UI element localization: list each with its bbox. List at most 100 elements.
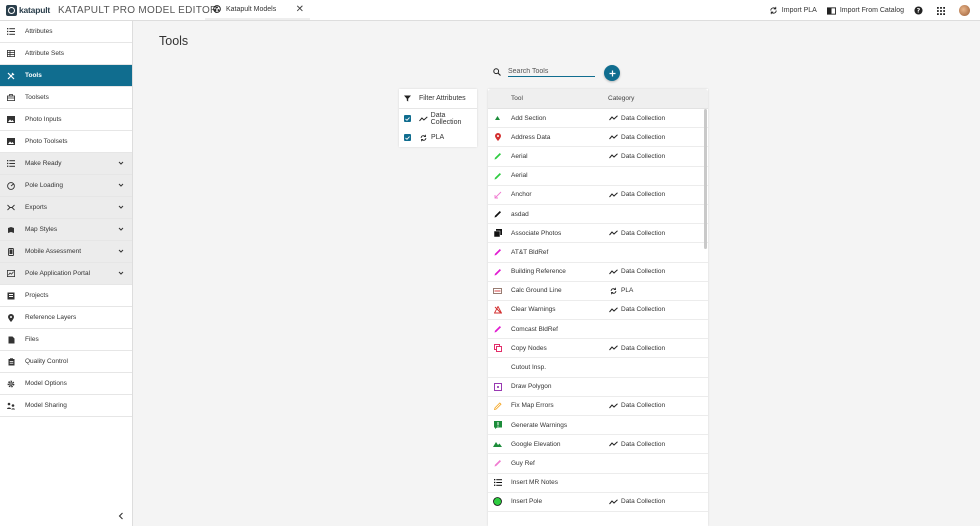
sidebar-item-pole-application-portal[interactable]: Pole Application Portal	[0, 263, 132, 285]
tool-name: Aerial	[511, 152, 528, 160]
fix-icon	[493, 401, 502, 410]
help-button[interactable]: ?	[914, 6, 927, 15]
filter-option-data-collection[interactable]: Data Collection	[399, 109, 477, 128]
sidebar-item-toolsets[interactable]: Toolsets	[0, 87, 132, 109]
sidebar-item-model-sharing[interactable]: Model Sharing	[0, 395, 132, 417]
checkbox-checked[interactable]	[404, 134, 411, 141]
sidebar-item-projects[interactable]: Projects	[0, 285, 132, 307]
table-row[interactable]: Fix Map Errors Data Collection	[488, 397, 708, 416]
pencil-icon	[493, 171, 502, 180]
sidebar-item-reference-layers[interactable]: Reference Layers	[0, 307, 132, 329]
sidebar-item-mobile-assessment[interactable]: Mobile Assessment	[0, 241, 132, 263]
trend-icon	[609, 403, 618, 409]
column-header-tool[interactable]: Tool	[511, 95, 608, 102]
table-row[interactable]: Insert Pole Data Collection	[488, 493, 708, 512]
table-row[interactable]: Aerial Data Collection	[488, 147, 708, 167]
file-icon	[7, 336, 15, 344]
table-row[interactable]: Comcast BldRef	[488, 320, 708, 340]
checkbox-checked[interactable]	[404, 115, 411, 122]
sidebar-item-tools[interactable]: Tools	[0, 65, 132, 87]
trend-icon	[418, 115, 428, 121]
models-icon	[213, 5, 221, 13]
sidebar-item-photo-inputs[interactable]: Photo Inputs	[0, 109, 132, 131]
sidebar-item-label: Pole Application Portal	[25, 270, 91, 277]
add-tool-button[interactable]	[604, 65, 620, 81]
table-row[interactable]: AT&T BldRef	[488, 243, 708, 263]
table-row[interactable]: Draw Polygon	[488, 378, 708, 397]
user-avatar[interactable]	[959, 5, 970, 16]
tool-name: AT&T BldRef	[511, 248, 549, 256]
add-section-icon	[493, 114, 502, 123]
page-title: Tools	[159, 34, 189, 48]
sidebar-item-photo-toolsets[interactable]: Photo Toolsets	[0, 131, 132, 153]
katapult-logo[interactable]: katapult	[6, 4, 50, 16]
pole-loading-icon	[7, 181, 15, 190]
table-row[interactable]: Insert MR Notes	[488, 474, 708, 493]
category-label: Data Collection	[621, 152, 666, 160]
table-row[interactable]: Clear Warnings Data Collection	[488, 301, 708, 321]
table-row[interactable]: Cutout Insp.	[488, 358, 708, 378]
logo-text: katapult	[19, 5, 50, 15]
catalog-icon	[826, 6, 836, 15]
sidebar-item-map-styles[interactable]: Map Styles	[0, 219, 132, 241]
tool-category: Data Collection	[609, 498, 665, 505]
tool-name: Copy Nodes	[511, 344, 547, 352]
katapult-logo-icon	[6, 4, 17, 16]
table-row[interactable]: Guy Ref	[488, 454, 708, 474]
warning-icon	[493, 421, 502, 430]
apps-grid-icon	[937, 6, 945, 15]
table-row[interactable]: Anchor Data Collection	[488, 186, 708, 205]
list-icon	[7, 28, 15, 36]
apps-button[interactable]	[937, 6, 949, 15]
search-bar	[493, 66, 595, 77]
scrollbar[interactable]	[704, 109, 707, 249]
sync-icon	[610, 287, 617, 294]
collapse-sidebar-button[interactable]	[118, 512, 124, 520]
tab-katapult-models[interactable]: Katapult Models ✕	[205, 0, 310, 20]
sidebar-item-model-options[interactable]: Model Options	[0, 373, 132, 395]
photo-icon	[7, 138, 15, 146]
table-row[interactable]: Building Reference Data Collection	[488, 263, 708, 282]
table-row[interactable]: Aerial	[488, 167, 708, 186]
sidebar-item-pole-loading[interactable]: Pole Loading	[0, 175, 132, 197]
pole-icon	[493, 497, 502, 507]
sidebar-item-attribute-sets[interactable]: Attribute Sets	[0, 43, 132, 65]
polygon-icon	[493, 382, 502, 391]
table-row[interactable]: Google Elevation Data Collection	[488, 435, 708, 455]
import-pla-button[interactable]: Import PLA	[769, 6, 817, 15]
sidebar-item-attributes[interactable]: Attributes	[0, 21, 132, 43]
tool-name: Insert MR Notes	[511, 479, 558, 487]
chevron-down-icon	[118, 161, 124, 165]
tool-category: PLA	[609, 287, 633, 295]
sidebar-item-quality-control[interactable]: Quality Control	[0, 351, 132, 373]
tool-category: Data Collection	[609, 402, 665, 409]
filter-option-pla[interactable]: PLA	[399, 128, 477, 147]
map-pin-icon	[493, 133, 502, 142]
tool-name: Generate Warnings	[511, 421, 568, 429]
table-row[interactable]: Address Data Data Collection	[488, 128, 708, 148]
tool-category: Data Collection	[609, 306, 665, 313]
tool-category: Data Collection	[609, 191, 665, 198]
pencil-icon	[493, 152, 502, 161]
tool-name: Draw Polygon	[511, 383, 552, 391]
category-label: Data Collection	[621, 191, 666, 199]
import-from-catalog-button[interactable]: Import From Catalog	[826, 6, 904, 15]
sidebar-item-files[interactable]: Files	[0, 329, 132, 351]
tool-name: Cutout Insp.	[511, 364, 547, 372]
table-row[interactable]: Calc Ground Line PLA	[488, 282, 708, 301]
table-row[interactable]: Generate Warnings	[488, 416, 708, 436]
table-row[interactable]: asdad	[488, 205, 708, 225]
table-row[interactable]: Copy Nodes Data Collection	[488, 339, 708, 359]
list-icon	[493, 478, 502, 487]
tab-close-button[interactable]: ✕	[296, 4, 304, 15]
category-label: Data Collection	[621, 498, 666, 506]
table-row[interactable]: Associate Photos Data Collection	[488, 224, 708, 244]
search-input[interactable]	[508, 66, 595, 77]
sidebar-item-exports[interactable]: Exports	[0, 197, 132, 219]
tool-name: Google Elevation	[511, 440, 561, 448]
column-header-category[interactable]: Category	[608, 95, 634, 102]
filter-icon	[404, 95, 411, 102]
chevron-down-icon	[118, 183, 124, 187]
table-row[interactable]: Add Section Data Collection	[488, 109, 708, 129]
sidebar-item-make-ready[interactable]: Make Ready	[0, 153, 132, 175]
